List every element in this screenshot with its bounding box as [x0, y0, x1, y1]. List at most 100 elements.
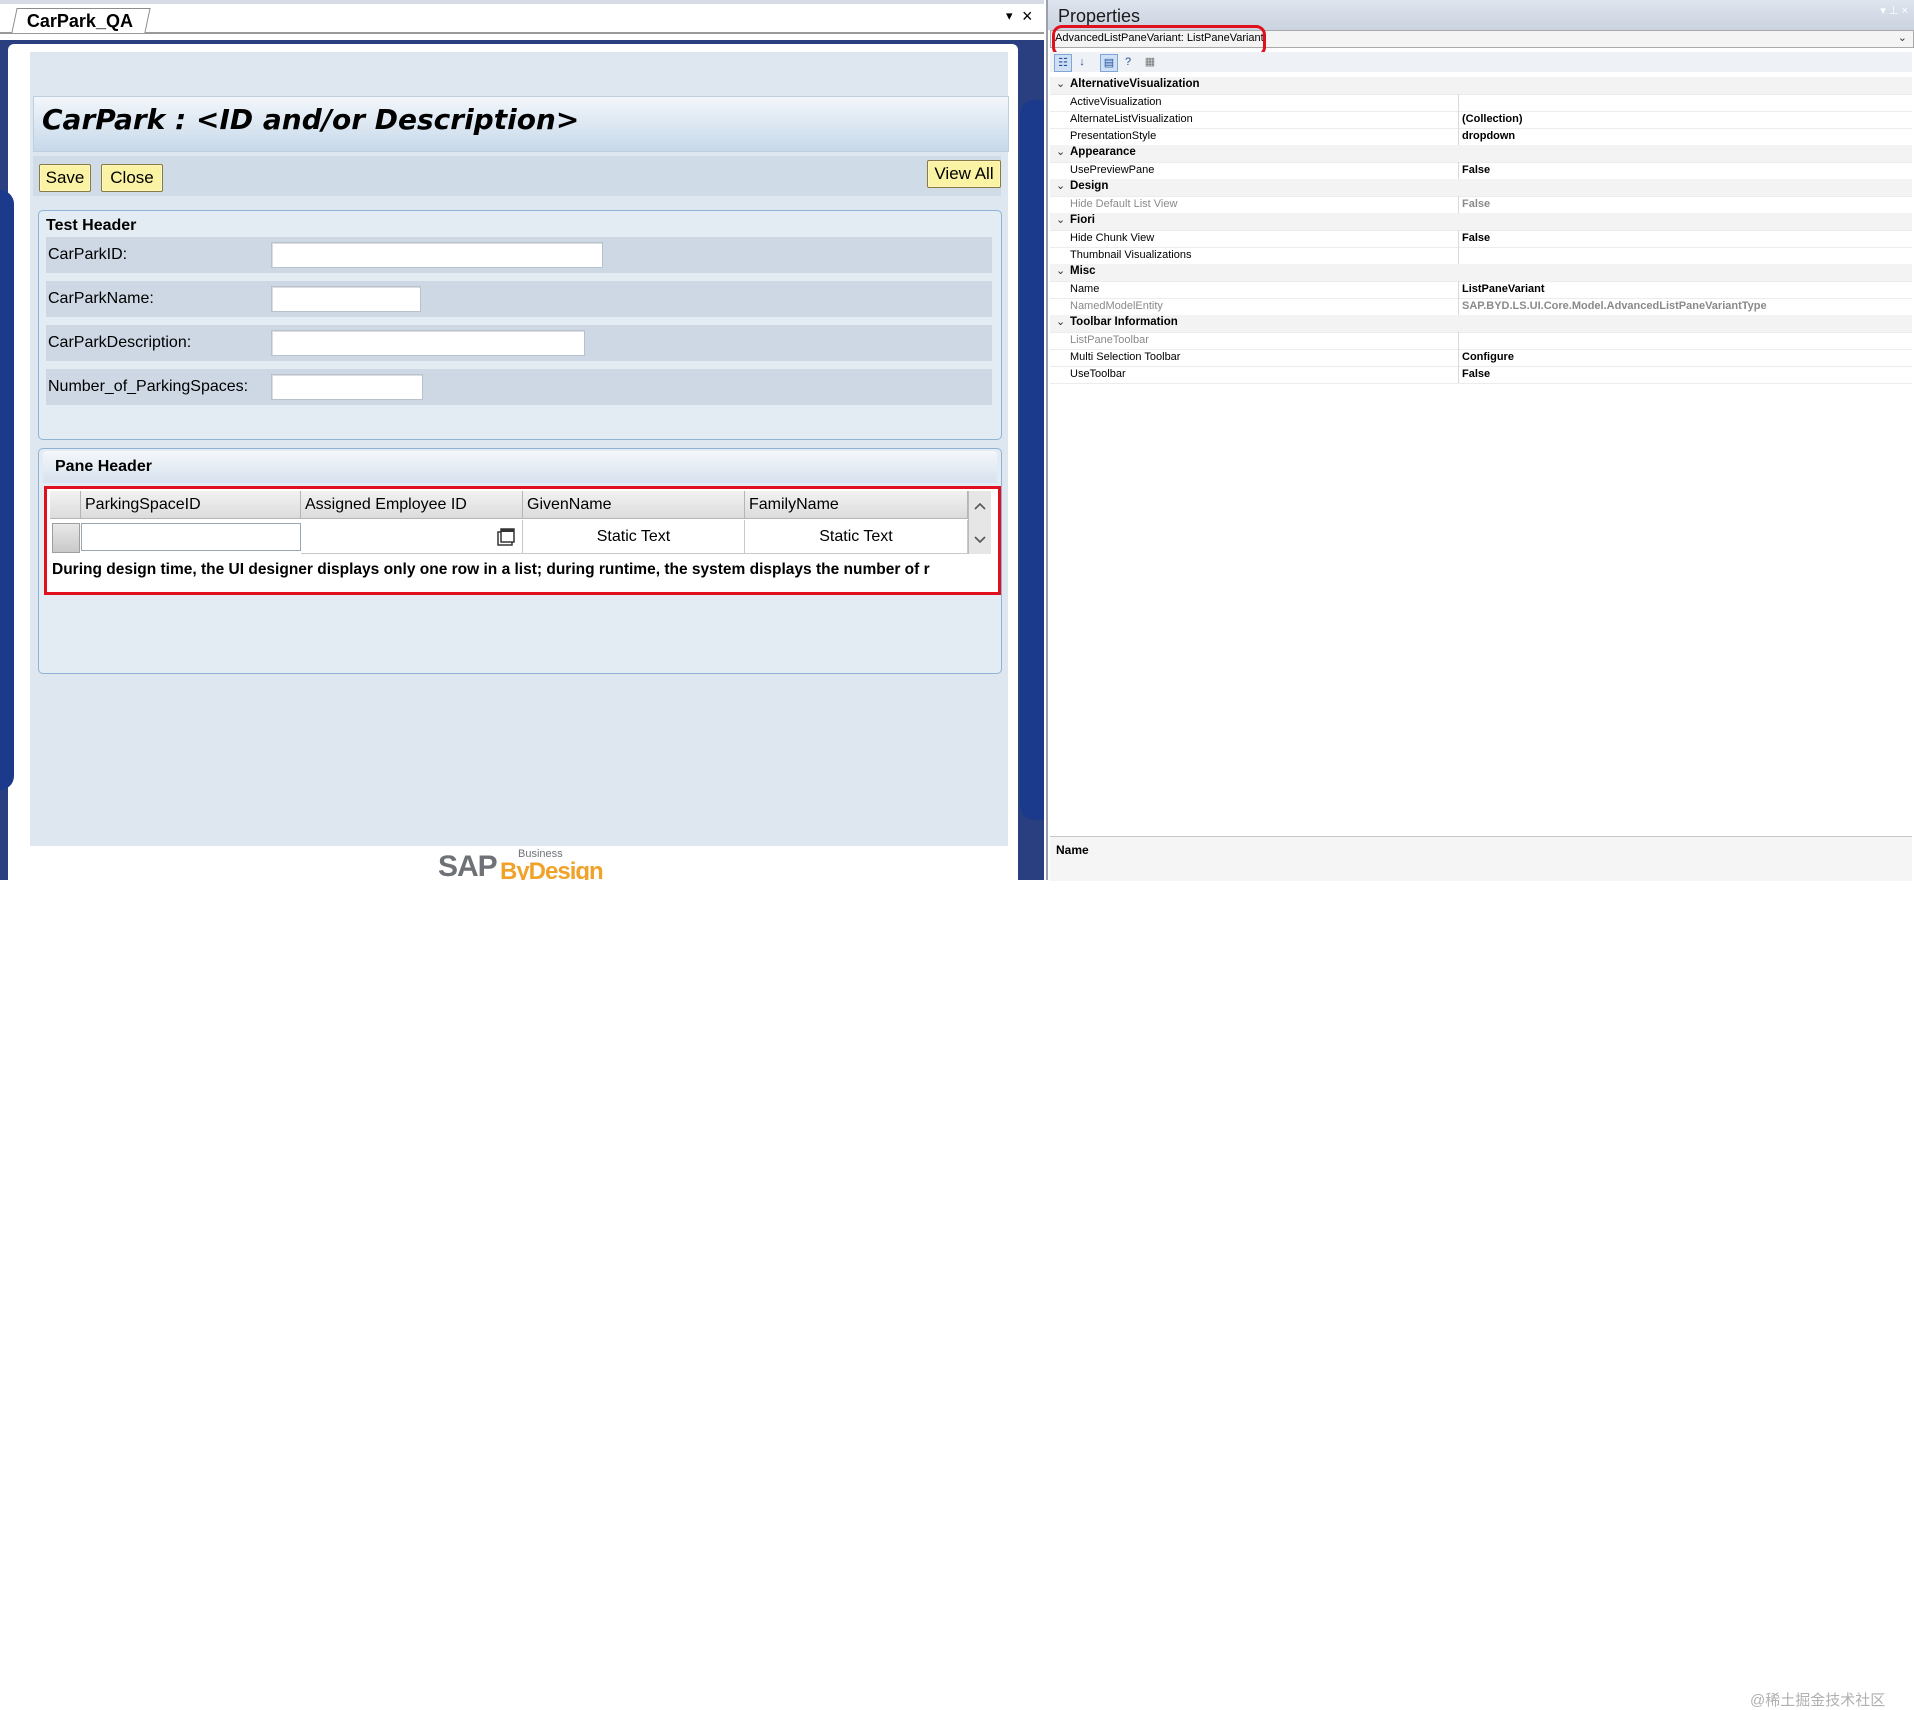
property-row[interactable]: ListPaneToolbar: [1050, 332, 1912, 350]
collapse-chevron-icon[interactable]: ⌄: [1056, 264, 1065, 277]
collapse-chevron-icon[interactable]: ⌄: [1056, 179, 1065, 192]
property-value[interactable]: False: [1462, 164, 1490, 176]
column-header[interactable]: Assigned Employee ID: [301, 491, 523, 519]
carparkid-input[interactable]: [271, 242, 603, 268]
chevron-down-icon[interactable]: ⌄: [1898, 31, 1907, 44]
property-row[interactable]: Hide Default List View False: [1050, 196, 1912, 214]
property-value[interactable]: False: [1462, 368, 1490, 380]
property-divider: [1458, 230, 1459, 247]
property-category[interactable]: ⌄ Fiori: [1050, 213, 1912, 231]
property-name: NamedModelEntity: [1070, 300, 1163, 312]
property-divider: [1458, 128, 1459, 145]
save-button[interactable]: Save: [39, 164, 91, 192]
tab-dropdown-icon[interactable]: ▾: [1006, 8, 1013, 24]
property-category[interactable]: ⌄ Appearance: [1050, 145, 1912, 163]
property-row[interactable]: Multi Selection Toolbar Configure: [1050, 349, 1912, 367]
properties-toolbar: ☷ ↓ ▤ ? ▦: [1050, 52, 1912, 72]
test-header-title: Test Header: [46, 217, 137, 234]
property-divider: [1458, 349, 1459, 366]
collapse-chevron-icon[interactable]: ⌄: [1056, 315, 1065, 328]
close-button[interactable]: Close: [101, 164, 163, 192]
document-tab-label: CarPark_QA: [26, 11, 133, 31]
carparkdescription-input[interactable]: [271, 330, 585, 356]
field-row-carparkname: CarParkName:: [46, 281, 992, 317]
value-help-icon[interactable]: [496, 527, 516, 547]
row-selector[interactable]: [52, 523, 80, 553]
sap-logo-text: SAP: [438, 850, 498, 880]
property-value[interactable]: Configure: [1462, 351, 1514, 363]
property-row[interactable]: AlternateListVisualization (Collection): [1050, 111, 1912, 129]
property-row[interactable]: NamedModelEntity SAP.BYD.LS.UI.Core.Model…: [1050, 298, 1912, 316]
field-label: CarParkID:: [48, 246, 128, 263]
pin-icon[interactable]: ▾ ⊥ ×: [1880, 4, 1908, 17]
property-divider: [1458, 366, 1459, 383]
view-all-button[interactable]: View All: [927, 160, 1001, 188]
pane-header-title: Pane Header: [55, 458, 152, 475]
property-name: Hide Chunk View: [1070, 232, 1155, 244]
property-value[interactable]: dropdown: [1462, 130, 1515, 142]
parkingspaceid-input[interactable]: [81, 523, 301, 551]
property-category[interactable]: ⌄ Design: [1050, 179, 1912, 197]
property-name: AlternateListVisualization: [1070, 113, 1193, 125]
collapse-chevron-icon[interactable]: ⌄: [1056, 145, 1065, 158]
canvas-left-edge: [0, 190, 14, 790]
property-divider: [1458, 111, 1459, 128]
document-tab[interactable]: CarPark_QA: [11, 8, 151, 33]
list-pane-highlighted[interactable]: ParkingSpaceID Assigned Employee ID Give…: [44, 486, 1001, 595]
list-scrollbar[interactable]: [968, 491, 991, 554]
property-name: Name: [1070, 283, 1100, 295]
carparkname-input[interactable]: [271, 286, 421, 312]
property-divider: [1458, 94, 1459, 111]
property-divider: [1458, 247, 1459, 264]
sap-logo-bydesign: ByDesign: [500, 858, 604, 880]
assigned-employee-cell[interactable]: [301, 520, 523, 554]
column-header[interactable]: FamilyName: [745, 491, 968, 519]
property-row[interactable]: ActiveVisualization: [1050, 94, 1912, 112]
page-title: CarPark : <ID and/or Description>: [42, 103, 580, 136]
property-row[interactable]: UsePreviewPane False: [1050, 162, 1912, 180]
property-pages-icon[interactable]: ▦: [1142, 54, 1158, 70]
watermark: @稀土掘金技术社区: [1750, 1692, 1886, 1709]
properties-view-icon[interactable]: ▤: [1100, 54, 1118, 72]
field-label: Number_of_ParkingSpaces:: [48, 378, 249, 395]
sap-bydesign-logo: SAP Business ByDesign: [438, 848, 608, 880]
property-value[interactable]: ListPaneVariant: [1462, 283, 1545, 295]
property-row[interactable]: Thumbnail Visualizations: [1050, 247, 1912, 265]
chevron-down-icon[interactable]: [969, 529, 991, 551]
field-label: CarParkName:: [48, 290, 154, 307]
toolbar-strip: [0, 0, 1044, 4]
property-name: Multi Selection Toolbar: [1070, 351, 1181, 363]
parkingspaces-input[interactable]: [271, 374, 423, 400]
property-name: Hide Default List View: [1070, 198, 1178, 210]
alphabetical-icon[interactable]: ↓: [1074, 54, 1090, 70]
properties-title: Properties: [1058, 6, 1141, 26]
category-label: Design: [1070, 180, 1109, 192]
property-value[interactable]: SAP.BYD.LS.UI.Core.Model.AdvancedListPan…: [1462, 300, 1767, 312]
field-row-carparkid: CarParkID:: [46, 237, 992, 273]
property-value[interactable]: (Collection): [1462, 113, 1523, 125]
field-row-parkingspaces: Number_of_ParkingSpaces:: [46, 369, 992, 405]
close-icon[interactable]: ×: [1022, 6, 1033, 27]
category-label: Toolbar Information: [1070, 316, 1178, 328]
field-row-carparkdescription: CarParkDescription:: [46, 325, 992, 361]
property-row[interactable]: Hide Chunk View False: [1050, 230, 1912, 248]
column-header[interactable]: ParkingSpaceID: [81, 491, 301, 519]
property-category[interactable]: ⌄ AlternativeVisualization: [1050, 77, 1912, 95]
properties-panel: Properties ▾ ⊥ × AdvancedListPaneVariant…: [1046, 0, 1914, 1709]
property-category[interactable]: ⌄ Misc: [1050, 264, 1912, 282]
test-header-section: Test Header CarParkID: CarParkName: CarP…: [38, 210, 1002, 440]
property-category[interactable]: ⌄ Toolbar Information: [1050, 315, 1912, 333]
help-icon[interactable]: ?: [1120, 54, 1136, 70]
categorized-icon[interactable]: ☷: [1054, 54, 1072, 72]
collapse-chevron-icon[interactable]: ⌄: [1056, 213, 1065, 226]
column-header[interactable]: GivenName: [523, 491, 745, 519]
property-row[interactable]: UseToolbar False: [1050, 366, 1912, 384]
chevron-up-icon[interactable]: [969, 495, 991, 517]
collapse-chevron-icon[interactable]: ⌄: [1056, 77, 1065, 90]
property-row[interactable]: PresentationStyle dropdown: [1050, 128, 1912, 146]
property-divider: [1458, 298, 1459, 315]
property-value[interactable]: False: [1462, 232, 1490, 244]
property-name: ListPaneToolbar: [1070, 334, 1149, 346]
property-row[interactable]: Name ListPaneVariant: [1050, 281, 1912, 299]
property-value[interactable]: False: [1462, 198, 1490, 210]
